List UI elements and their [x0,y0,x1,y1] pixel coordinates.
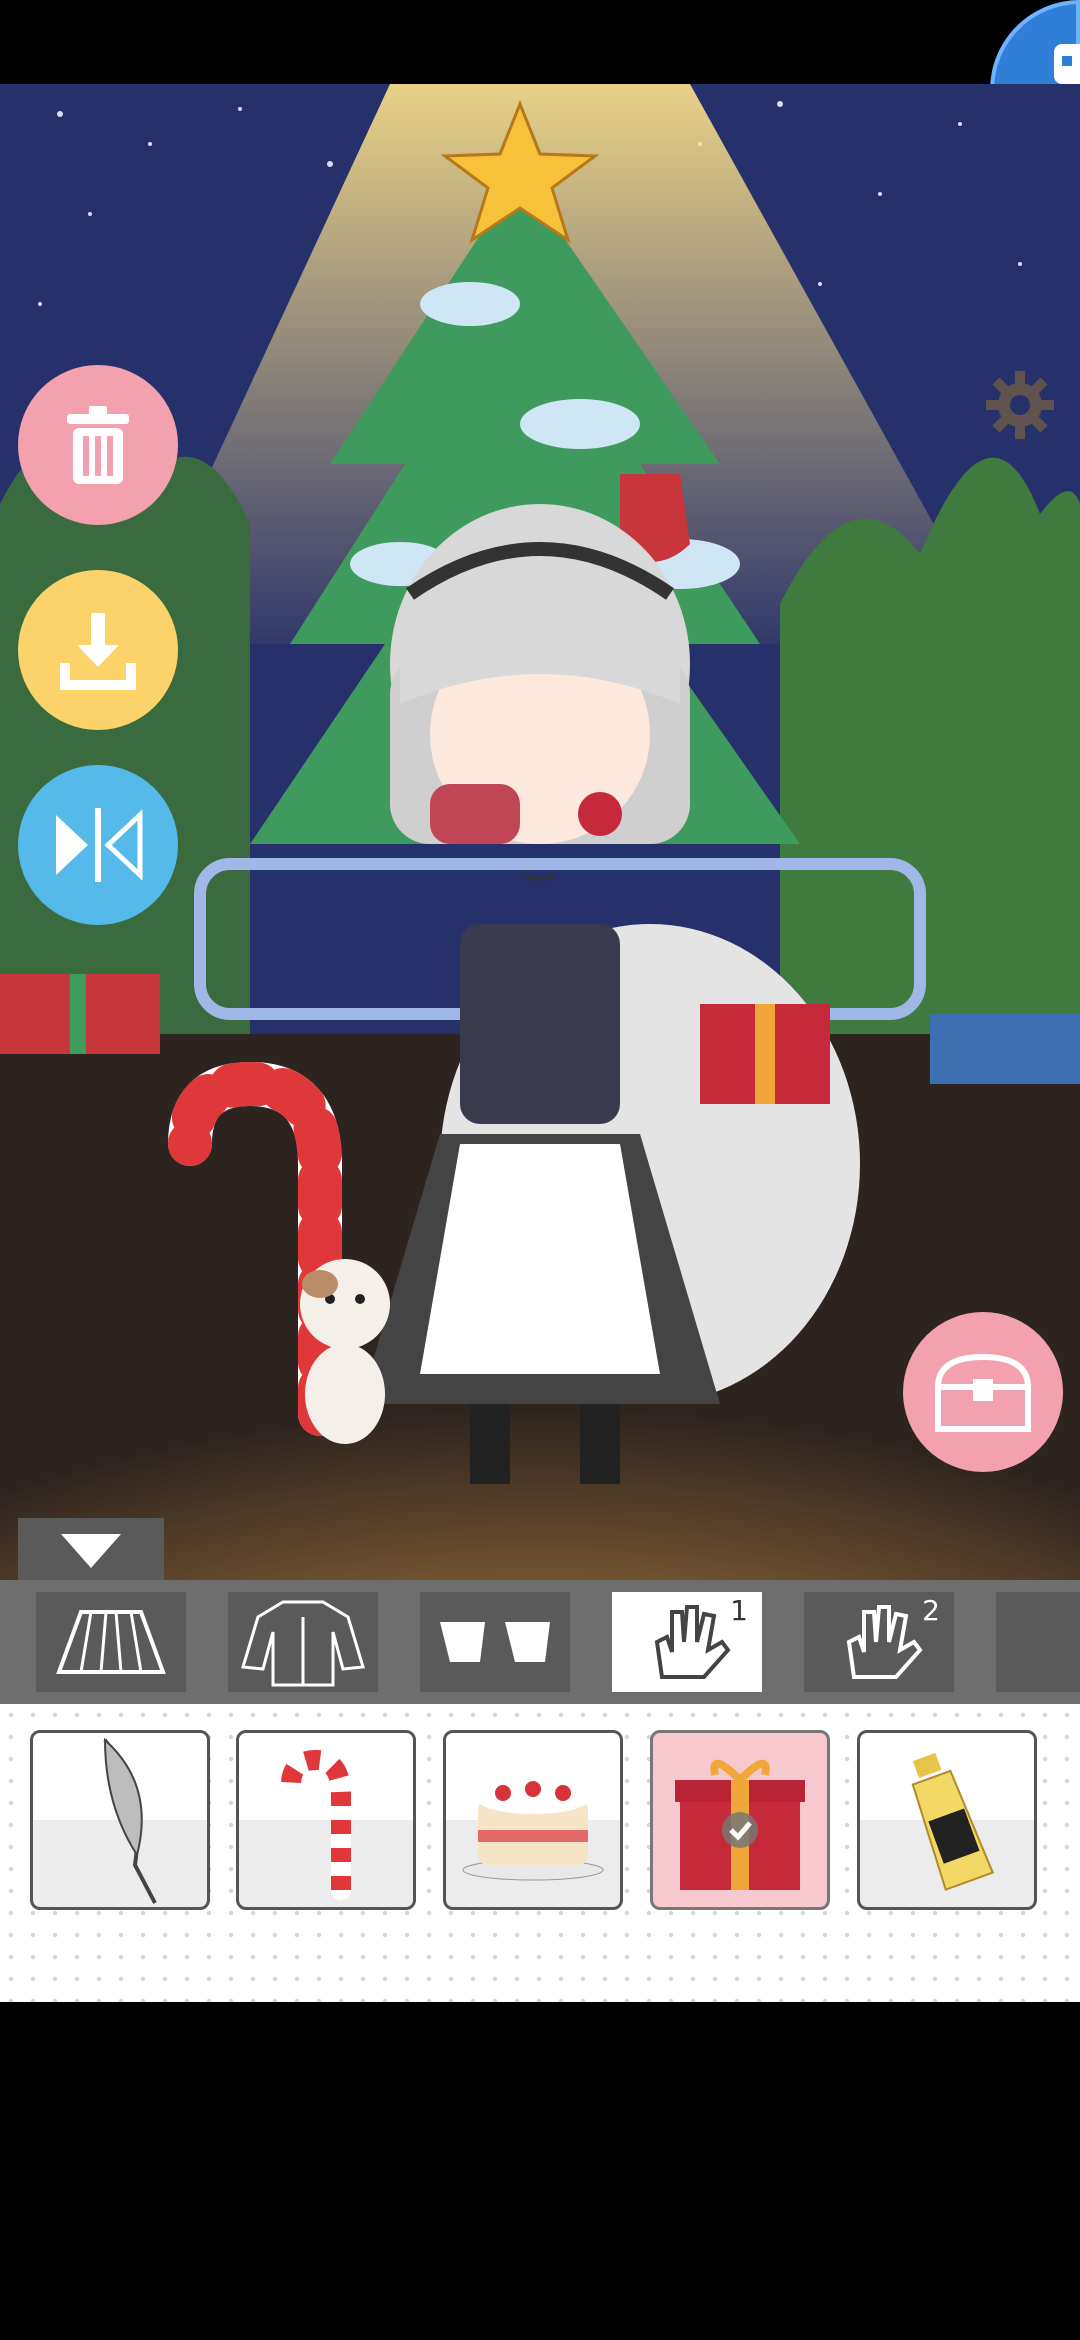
gear-icon [986,371,1054,439]
chest-icon [934,1353,1032,1432]
item-cake[interactable] [443,1730,623,1910]
feather-icon [103,1737,157,1904]
skirt-icon [56,1610,166,1674]
triangle-down-icon [61,1534,121,1568]
item-gift-box[interactable] [650,1730,830,1910]
trash-icon [67,406,129,484]
chest-button[interactable] [903,1312,1063,1472]
gift-icon [675,1759,805,1890]
tab-hand-1-number: 1 [730,1594,748,1627]
delete-button[interactable] [18,365,178,525]
tab-partial[interactable] [996,1592,1080,1692]
settings-button[interactable] [980,365,1060,445]
coat-icon [241,1600,365,1687]
collapse-panel-button[interactable] [18,1518,164,1584]
tab-hand-2[interactable]: 2 [804,1592,954,1692]
candy-cane-icon [281,1749,351,1900]
hand-icon [846,1605,923,1679]
cake-icon [462,1781,604,1881]
item-bottle[interactable] [857,1730,1037,1910]
download-icon [60,613,136,690]
tab-skirt[interactable] [36,1592,186,1692]
tab-coat[interactable] [228,1592,378,1692]
item-feather-sword[interactable] [30,1730,210,1910]
item-candy-cane[interactable] [236,1730,416,1910]
flip-button[interactable] [18,765,178,925]
bottle-icon [911,1752,995,1891]
socks-icon [440,1622,550,1662]
hand-icon [654,1605,731,1679]
download-button[interactable] [18,570,178,730]
tab-hand-1[interactable]: 1 [612,1592,762,1692]
flip-icon [56,808,143,882]
tab-socks[interactable] [420,1592,570,1692]
tab-hand-2-number: 2 [922,1594,940,1627]
